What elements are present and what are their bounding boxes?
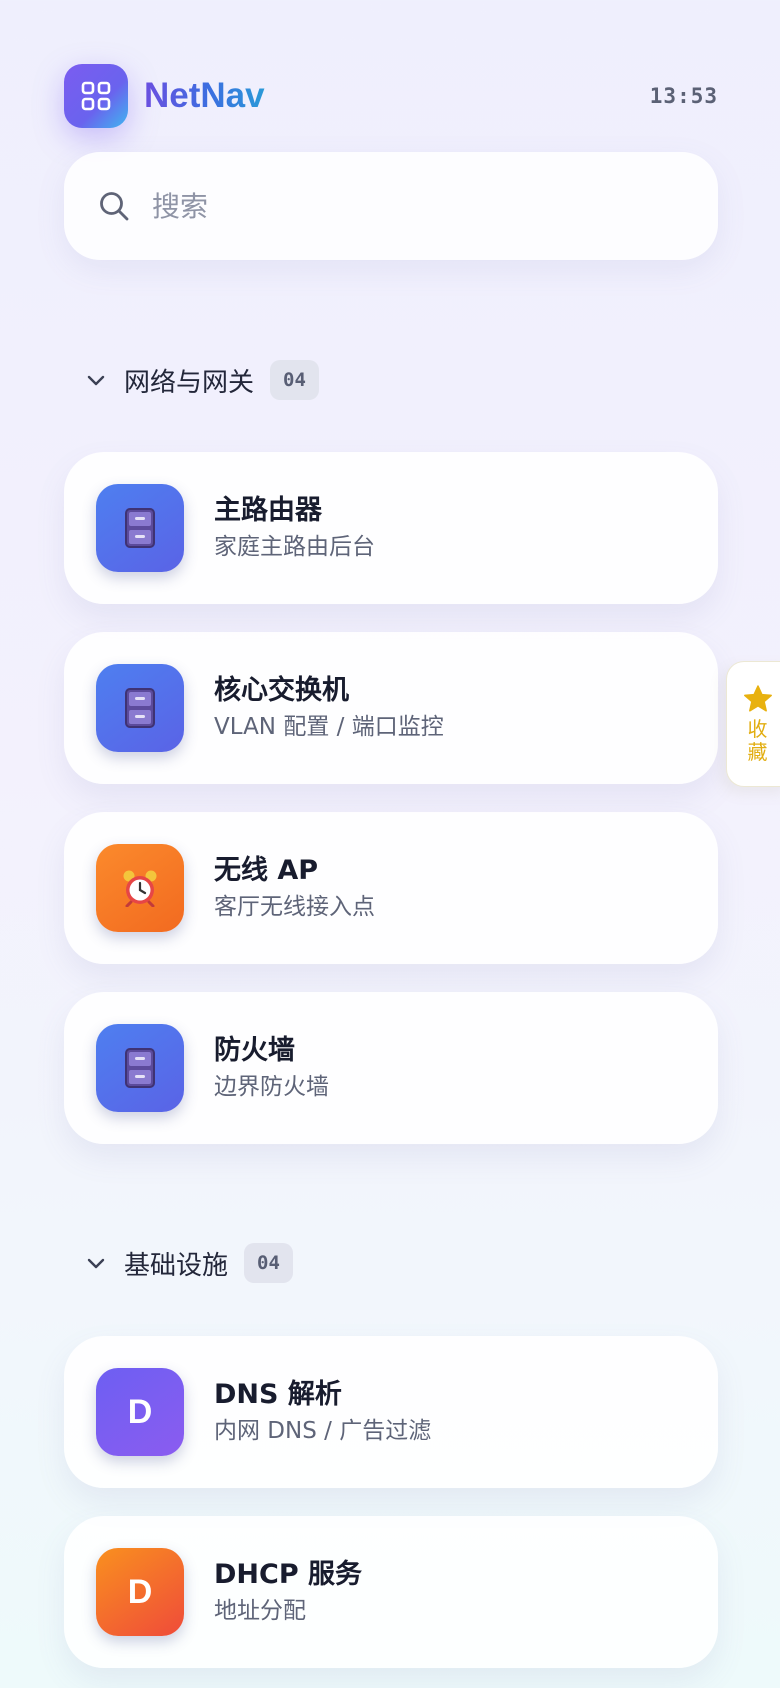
section-header-network[interactable]: 网络与网关 04	[86, 360, 319, 400]
section-title: 网络与网关	[124, 367, 255, 398]
letter-avatar: D	[96, 1368, 184, 1456]
clock: 13:53	[649, 84, 718, 108]
section-count-badge: 04	[244, 1243, 293, 1283]
nav-card-dhcp[interactable]: D DHCP 服务 地址分配	[64, 1516, 718, 1668]
search-icon	[100, 192, 129, 221]
file-cabinet-icon	[96, 1024, 184, 1112]
nav-card-firewall[interactable]: 防火墙 边界防火墙	[64, 992, 718, 1144]
favorites-label: 收藏	[747, 717, 768, 764]
section-header-infrastructure[interactable]: 基础设施 04	[86, 1243, 293, 1283]
nav-card-main-router[interactable]: 主路由器 家庭主路由后台	[64, 452, 718, 604]
search-bar[interactable]	[64, 152, 718, 260]
section-title: 基础设施	[124, 1250, 229, 1281]
favorites-tab[interactable]: 收藏	[726, 661, 780, 787]
section-count-badge: 04	[270, 360, 319, 400]
card-subtitle: 边界防火墙	[214, 1074, 329, 1100]
card-title: DHCP 服务	[214, 1559, 363, 1590]
search-input[interactable]	[152, 189, 632, 223]
app-logo[interactable]	[64, 64, 128, 128]
card-title: 无线 AP	[214, 855, 319, 886]
card-title: 主路由器	[214, 495, 322, 526]
card-subtitle: VLAN 配置 / 端口监控	[214, 714, 444, 740]
card-subtitle: 家庭主路由后台	[214, 534, 375, 560]
card-subtitle: 地址分配	[214, 1598, 306, 1624]
card-title: 防火墙	[214, 1035, 295, 1066]
card-title: 核心交换机	[214, 675, 349, 706]
star-icon	[743, 685, 772, 712]
nav-card-wireless-ap[interactable]: 无线 AP 客厅无线接入点	[64, 812, 718, 964]
file-cabinet-icon	[96, 484, 184, 572]
app-header: NetNav 13:53	[64, 64, 718, 128]
letter-avatar: D	[96, 1548, 184, 1636]
chevron-down-icon	[87, 1258, 105, 1269]
nav-card-core-switch[interactable]: 核心交换机 VLAN 配置 / 端口监控	[64, 632, 718, 784]
file-cabinet-icon	[96, 664, 184, 752]
nav-card-dns[interactable]: D DNS 解析 内网 DNS / 广告过滤	[64, 1336, 718, 1488]
app-title: NetNav	[144, 76, 265, 115]
card-subtitle: 内网 DNS / 广告过滤	[214, 1418, 432, 1444]
card-subtitle: 客厅无线接入点	[214, 894, 375, 920]
grid-icon	[81, 81, 111, 111]
card-title: DNS 解析	[214, 1379, 342, 1410]
chevron-down-icon	[87, 375, 105, 386]
alarm-clock-icon	[96, 844, 184, 932]
